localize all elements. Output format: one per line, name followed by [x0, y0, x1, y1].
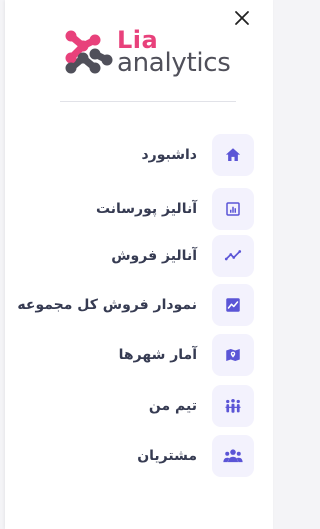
- menu-item-my-team[interactable]: تیم من: [5, 385, 273, 427]
- menu-item-commission-analysis[interactable]: آنالیز پورسانت: [5, 188, 273, 230]
- map-pin-icon: [226, 349, 240, 361]
- report-chart-icon: [226, 202, 240, 216]
- home-icon: [225, 148, 241, 161]
- close-icon: [235, 11, 249, 25]
- brand-logo: Lia analytics: [61, 26, 241, 80]
- menu-item-customers[interactable]: مشتریان: [5, 435, 273, 477]
- menu-item-dashboard[interactable]: داشبورد: [5, 134, 273, 176]
- team-icon: [225, 398, 241, 413]
- logo-mark-icon: [65, 30, 113, 74]
- menu-item-city-stats[interactable]: آمار شهرها: [5, 334, 273, 376]
- customers-icon: [223, 449, 243, 463]
- menu-icon-box: [212, 134, 254, 176]
- menu-icon-box: [212, 385, 254, 427]
- menu-icon-box: [212, 284, 254, 326]
- menu-item-label: آمار شهرها: [118, 347, 197, 363]
- menu-icon-box: [212, 235, 254, 277]
- menu-item-label: داشبورد: [141, 147, 198, 163]
- side-drawer: Lia analytics داشبورد آنالیز پورسانت آنا…: [5, 0, 273, 529]
- menu-item-label: نمودار فروش کل مجموعه: [17, 297, 197, 313]
- menu-item-sales-analysis[interactable]: آنالیز فروش: [5, 235, 273, 277]
- menu-item-total-sales-chart[interactable]: نمودار فروش کل مجموعه: [5, 284, 273, 326]
- line-chart-box-icon: [226, 298, 240, 312]
- close-button[interactable]: [231, 7, 253, 29]
- menu-item-label: آنالیز فروش: [111, 248, 197, 264]
- trending-line-icon: [224, 250, 242, 261]
- divider: [60, 101, 236, 102]
- menu-item-label: آنالیز پورسانت: [95, 201, 197, 217]
- brand-name-secondary: analytics: [117, 48, 231, 78]
- menu-icon-box: [212, 334, 254, 376]
- menu-icon-box: [212, 435, 254, 477]
- menu-item-label: مشتریان: [137, 448, 197, 464]
- menu-item-label: تیم من: [148, 398, 197, 414]
- menu-icon-box: [212, 188, 254, 230]
